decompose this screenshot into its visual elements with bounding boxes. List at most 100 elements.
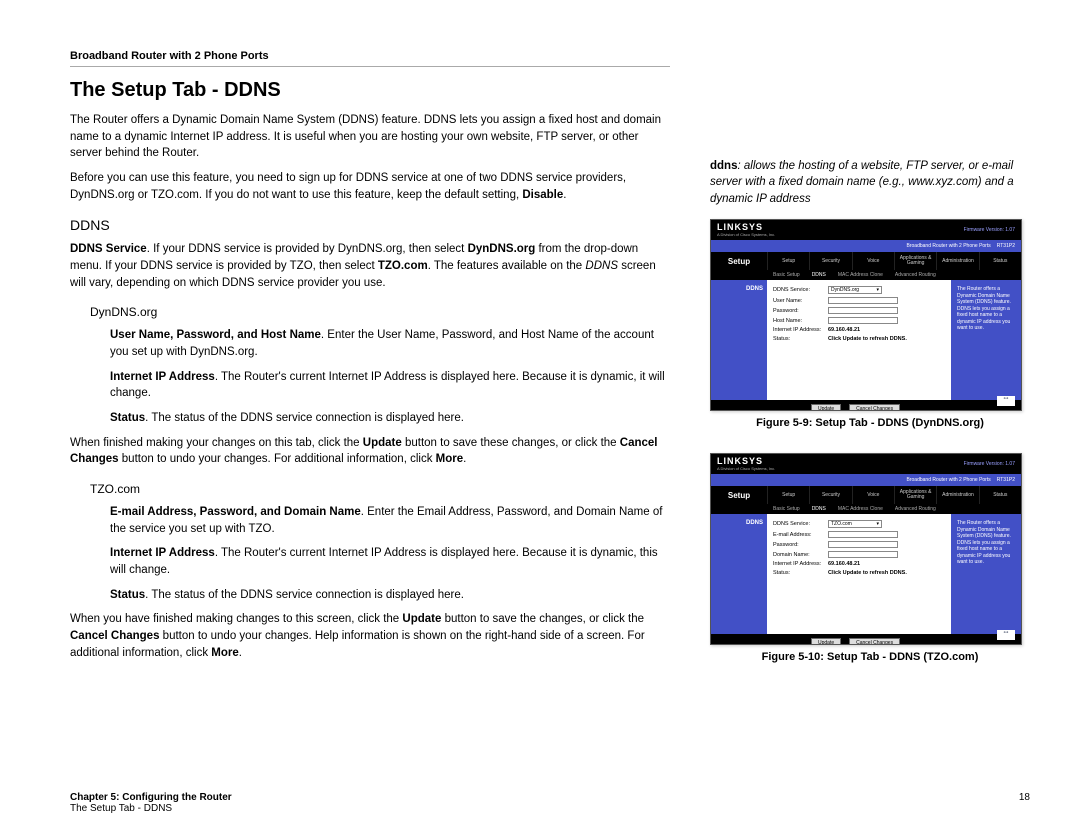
ddns-service-select[interactable]: TZO.com▾ (828, 520, 882, 528)
update-button[interactable]: Update (811, 638, 841, 645)
text: When finished making your changes on thi… (70, 437, 363, 449)
intro-paragraph-1: The Router offers a Dynamic Domain Name … (70, 112, 670, 162)
footer-left: Chapter 5: Configuring the Router The Se… (70, 792, 232, 814)
linksys-logo: LINKSYS (717, 222, 763, 232)
help-panel: The Router offers a Dynamic Domain Name … (951, 280, 1021, 400)
model-code: RT31P2 (997, 243, 1015, 249)
password-input[interactable] (828, 541, 898, 548)
cancel-changes-button[interactable]: Cancel Changes (849, 404, 900, 411)
dyndns-p1: User Name, Password, and Host Name. Ente… (110, 327, 670, 360)
hostname-input[interactable] (828, 317, 898, 324)
help-panel: The Router offers a Dynamic Domain Name … (951, 514, 1021, 634)
text: button to save the changes, or click the (441, 613, 644, 625)
domain-input[interactable] (828, 551, 898, 558)
hostname-label: Host Name: (773, 318, 828, 324)
field-bold: Internet IP Address (110, 547, 215, 559)
subtab-mac-clone[interactable]: MAC Address Clone (832, 504, 889, 514)
ip-label: Internet IP Address: (773, 327, 828, 333)
text: . The status of the DDNS service connect… (145, 589, 464, 601)
tab-status[interactable]: Status (979, 486, 1021, 504)
tab-applications-gaming[interactable]: Applications & Gaming (894, 252, 936, 270)
model-line: Broadband Router with 2 Phone Ports (907, 243, 991, 249)
firmware-label: Firmware Version: 1.07 (964, 227, 1015, 233)
field-bold: Status (110, 412, 145, 424)
tzo-p3: Status. The status of the DDNS service c… (110, 587, 670, 604)
ddns-italic: DDNS (585, 260, 618, 272)
linksys-sublogo: A Division of Cisco Systems, Inc. (717, 232, 775, 237)
cisco-logo-icon: ılıılı (997, 630, 1015, 640)
field-bold: Internet IP Address (110, 371, 215, 383)
email-label: E-mail Address: (773, 532, 828, 538)
ddns-term-bold: ddns (710, 160, 737, 172)
tzo-closing: When you have finished making changes to… (70, 611, 670, 661)
ddns-service-select[interactable]: DynDNS.org▾ (828, 286, 882, 294)
subsection-dyndns: DynDNS.org (90, 305, 670, 319)
update-bold: Update (402, 613, 441, 625)
password-input[interactable] (828, 307, 898, 314)
tab-administration[interactable]: Administration (936, 252, 978, 270)
tab-applications-gaming[interactable]: Applications & Gaming (894, 486, 936, 504)
subtab-advanced-routing[interactable]: Advanced Routing (889, 504, 942, 514)
big-setup-tab[interactable]: Setup (711, 486, 767, 504)
subtab-ddns[interactable]: DDNS (806, 270, 832, 280)
subtab-basic-setup[interactable]: Basic Setup (767, 504, 806, 514)
status-value: Click Update to refresh DDNS. (828, 336, 907, 342)
text: . The status of the DDNS service connect… (145, 412, 464, 424)
tab-setup[interactable]: Setup (767, 486, 809, 504)
figure-5-10-caption: Figure 5-10: Setup Tab - DDNS (TZO.com) (710, 651, 1030, 663)
more-bold: More (436, 453, 463, 465)
subsection-tzo: TZO.com (90, 482, 670, 496)
tab-voice[interactable]: Voice (852, 486, 894, 504)
username-input[interactable] (828, 297, 898, 304)
text: . The features available on the (428, 260, 586, 272)
chevron-down-icon: ▾ (876, 287, 879, 293)
linksys-logo: LINKSYS (717, 456, 763, 466)
tab-administration[interactable]: Administration (936, 486, 978, 504)
update-button[interactable]: Update (811, 404, 841, 411)
tab-setup[interactable]: Setup (767, 252, 809, 270)
tzo-bold: TZO.com (378, 260, 428, 272)
tzo-p2: Internet IP Address. The Router's curren… (110, 545, 670, 578)
figure-5-10-screenshot: LINKSYS A Division of Cisco Systems, Inc… (710, 453, 1022, 645)
dyndns-closing: When finished making your changes on thi… (70, 435, 670, 468)
dyndns-bold: DynDNS.org (468, 243, 536, 255)
domain-label: Domain Name: (773, 552, 828, 558)
firmware-label: Firmware Version: 1.07 (964, 461, 1015, 467)
cancel-changes-button[interactable]: Cancel Changes (849, 638, 900, 645)
field-bold: Status (110, 589, 145, 601)
cisco-logo-icon: ılıılı (997, 396, 1015, 406)
text: : allows the hosting of a website, FTP s… (710, 160, 1014, 205)
subtab-ddns[interactable]: DDNS (806, 504, 832, 514)
figure-5-9-caption: Figure 5-9: Setup Tab - DDNS (DynDNS.org… (710, 417, 1030, 429)
left-panel-ddns: DDNS (711, 514, 767, 634)
sidebar-definition: ddns: allows the hosting of a website, F… (710, 158, 1030, 208)
left-panel-ddns: DDNS (711, 280, 767, 400)
tab-voice[interactable]: Voice (852, 252, 894, 270)
subtab-advanced-routing[interactable]: Advanced Routing (889, 270, 942, 280)
page-number: 18 (1019, 792, 1030, 814)
text: . (563, 189, 566, 201)
tab-status[interactable]: Status (979, 252, 1021, 270)
model-line: Broadband Router with 2 Phone Ports (907, 477, 991, 483)
product-header: Broadband Router with 2 Phone Ports (70, 50, 670, 67)
text: . (463, 453, 466, 465)
figure-5-9-screenshot: LINKSYS A Division of Cisco Systems, Inc… (710, 219, 1022, 411)
big-setup-tab[interactable]: Setup (711, 252, 767, 270)
tab-security[interactable]: Security (809, 252, 851, 270)
text: button to save these changes, or click t… (402, 437, 620, 449)
field-bold: User Name, Password, and Host Name (110, 329, 321, 341)
intro-paragraph-2: Before you can use this feature, you nee… (70, 170, 670, 203)
linksys-sublogo: A Division of Cisco Systems, Inc. (717, 466, 775, 471)
field-bold: E-mail Address, Password, and Domain Nam… (110, 506, 361, 518)
text: button to undo your changes. For additio… (119, 453, 436, 465)
update-bold: Update (363, 437, 402, 449)
subtab-basic-setup[interactable]: Basic Setup (767, 270, 806, 280)
email-input[interactable] (828, 531, 898, 538)
tab-security[interactable]: Security (809, 486, 851, 504)
cancel-bold: Cancel Changes (70, 630, 159, 642)
ddns-service-label: DDNS Service: (773, 521, 828, 527)
subtab-mac-clone[interactable]: MAC Address Clone (832, 270, 889, 280)
section-heading-ddns: DDNS (70, 217, 670, 233)
disable-bold: Disable (522, 189, 563, 201)
ip-value: 69.160.48.21 (828, 561, 860, 567)
